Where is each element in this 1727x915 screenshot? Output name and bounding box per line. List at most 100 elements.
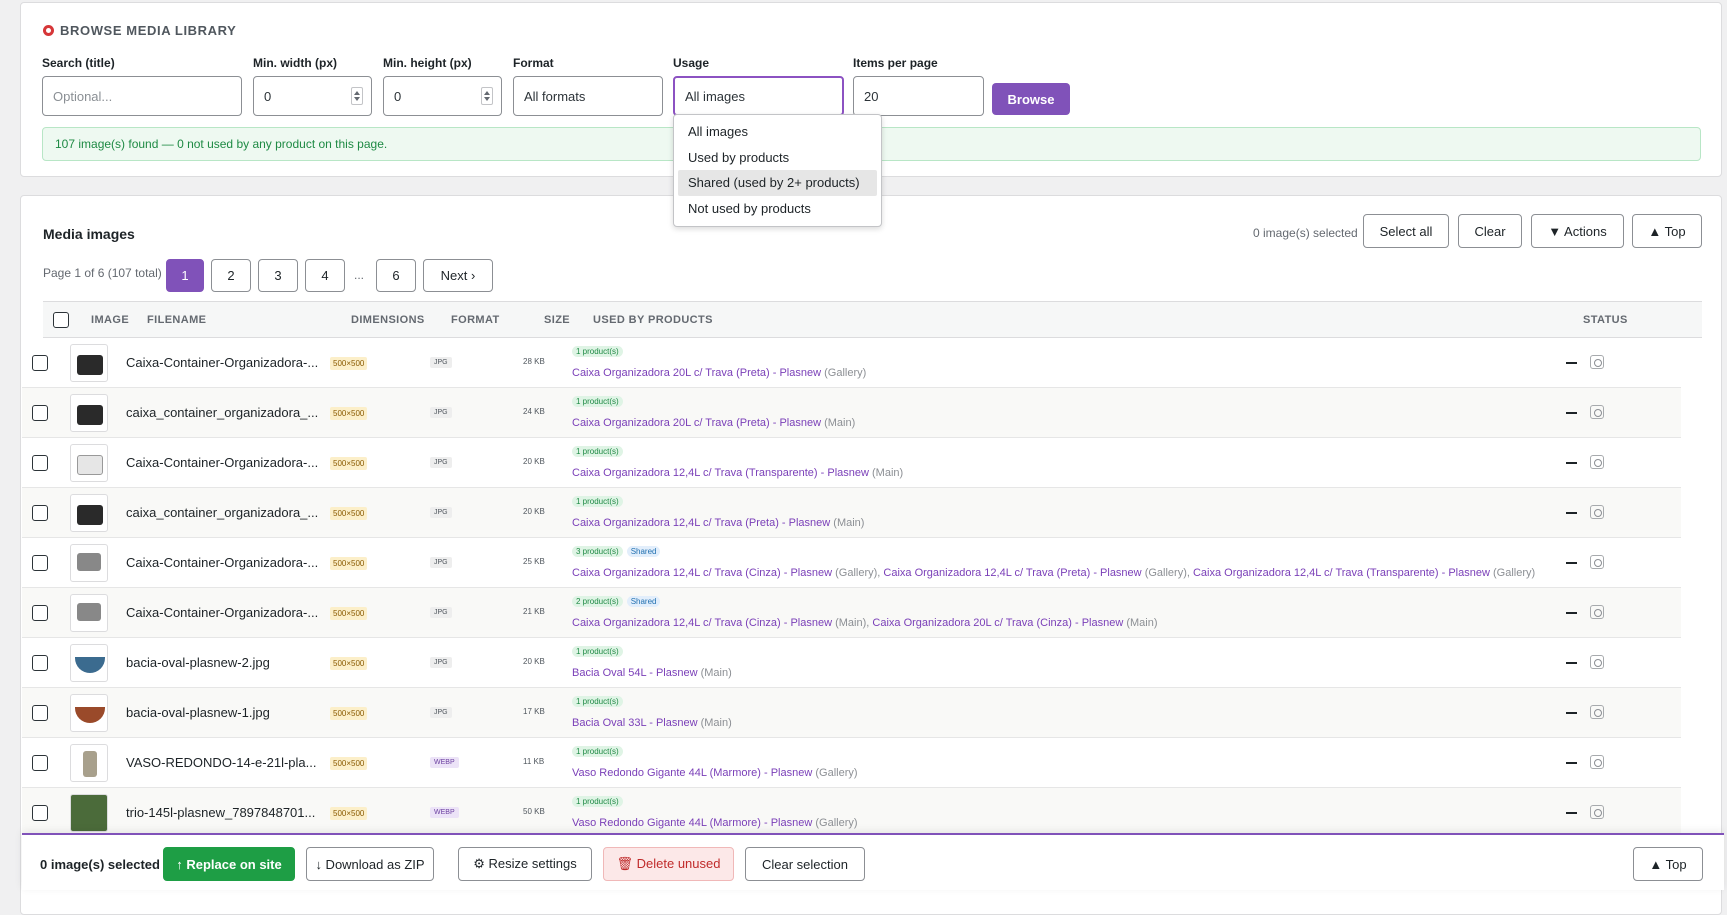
image-thumbnail[interactable] (70, 394, 108, 432)
table-row[interactable]: bacia-oval-plasnew-1.jpg 500×500 JPG 17 KB 1… (22, 688, 1681, 738)
row-checkbox[interactable] (32, 355, 48, 371)
image-thumbnail[interactable] (70, 544, 108, 582)
row-checkbox[interactable] (32, 605, 48, 621)
product-count-badge: 1 product(s) (572, 646, 623, 657)
row-checkbox[interactable] (32, 805, 48, 821)
image-thumbnail[interactable] (70, 594, 108, 632)
product-link[interactable]: Caixa Organizadora 12,4L c/ Trava (Cinza… (572, 617, 832, 629)
format-select[interactable]: All formats (513, 76, 663, 116)
table-row[interactable]: Caixa-Container-Organizadora-... 500×500 J… (22, 338, 1681, 388)
product-link[interactable]: Caixa Organizadora 12,4L c/ Trava (Trans… (1193, 567, 1490, 579)
row-checkbox[interactable] (32, 555, 48, 571)
select-all-button[interactable]: Select all (1363, 214, 1449, 248)
download-zip-button[interactable]: ↓ Download as ZIP (306, 847, 434, 881)
bottom-top-button[interactable]: ▲ Top (1633, 847, 1703, 881)
table-header: IMAGE FILENAME DIMENSIONS FORMAT SIZE US… (43, 301, 1702, 338)
min-width-field: Min. width (px) 0 (253, 56, 372, 116)
preview-eye-icon[interactable] (1590, 755, 1604, 769)
product-link[interactable]: Caixa Organizadora 20L c/ Trava (Preta) … (572, 367, 821, 379)
usage-option-used[interactable]: Used by products (678, 145, 877, 171)
min-width-spinner-icon[interactable] (351, 87, 363, 105)
file-size: 11 KB (523, 757, 545, 766)
actions-button[interactable]: ▼ Actions (1531, 214, 1624, 248)
row-checkbox[interactable] (32, 705, 48, 721)
product-link[interactable]: Caixa Organizadora 12,4L c/ Trava (Trans… (572, 467, 869, 479)
usage-type: (Gallery), (835, 567, 881, 579)
product-link[interactable]: Caixa Organizadora 12,4L c/ Trava (Preta… (883, 567, 1141, 579)
preview-eye-icon[interactable] (1590, 555, 1604, 569)
image-thumbnail[interactable] (70, 444, 108, 482)
image-thumbnail[interactable] (70, 794, 108, 832)
search-input[interactable]: Optional... (42, 76, 242, 116)
media-title: Media images (43, 226, 135, 242)
image-thumbnail[interactable] (70, 744, 108, 782)
product-count-badge: 1 product(s) (572, 496, 623, 507)
min-width-input[interactable]: 0 (253, 76, 372, 116)
next-page-button[interactable]: Next › (423, 259, 493, 292)
row-checkbox[interactable] (32, 755, 48, 771)
product-link[interactable]: Caixa Organizadora 20L c/ Trava (Cinza) … (872, 617, 1123, 629)
product-link[interactable]: Bacia Oval 33L - Plasnew (572, 717, 698, 729)
clear-selection-button[interactable]: Clear selection (745, 847, 865, 881)
usage-option-unused[interactable]: Not used by products (678, 196, 877, 222)
table-row[interactable]: Caixa-Container-Organizadora-... 500×500 J… (22, 538, 1681, 588)
per-page-input[interactable]: 20 (853, 76, 984, 116)
usage-option-all[interactable]: All images (678, 119, 877, 145)
product-count-badge: 1 product(s) (572, 346, 623, 357)
table-row[interactable]: trio-145l-plasnew_7897848701... 500×500 WE… (22, 788, 1681, 838)
format-badge: WEBP (430, 757, 459, 768)
file-size: 21 KB (523, 607, 545, 616)
product-link[interactable]: Caixa Organizadora 20L c/ Trava (Preta) … (572, 417, 821, 429)
select-all-checkbox[interactable] (53, 312, 69, 328)
delete-unused-button[interactable]: 🗑 Delete unused (603, 847, 734, 881)
min-height-input[interactable]: 0 (383, 76, 502, 116)
browse-button[interactable]: Browse (992, 83, 1070, 115)
preview-eye-icon[interactable] (1590, 805, 1604, 819)
page-6-button[interactable]: 6 (376, 259, 416, 292)
table-row[interactable]: VASO-REDONDO-14-e-21l-pla... 500×500 WEBP 1… (22, 738, 1681, 788)
top-button[interactable]: ▲ Top (1632, 214, 1702, 248)
table-row[interactable]: caixa_container_organizadora_... 500×500 J… (22, 388, 1681, 438)
usage-type: (Main) (700, 717, 732, 729)
preview-eye-icon[interactable] (1590, 505, 1604, 519)
row-checkbox[interactable] (32, 655, 48, 671)
used-by-products: Caixa Organizadora 20L c/ Trava (Preta) … (572, 417, 855, 429)
row-checkbox[interactable] (32, 505, 48, 521)
min-height-spinner-icon[interactable] (481, 87, 493, 105)
product-link[interactable]: Vaso Redondo Gigante 44L (Marmore) - Pla… (572, 767, 812, 779)
preview-eye-icon[interactable] (1590, 355, 1604, 369)
row-checkbox[interactable] (32, 455, 48, 471)
image-thumbnail[interactable] (70, 644, 108, 682)
table-row[interactable]: caixa_container_organizadora_... 500×500 J… (22, 488, 1681, 538)
product-link[interactable]: Vaso Redondo Gigante 44L (Marmore) - Pla… (572, 817, 812, 829)
dimensions-badge: 500×500 (330, 557, 368, 570)
product-link[interactable]: Bacia Oval 54L - Plasnew (572, 667, 698, 679)
table-row[interactable]: Caixa-Container-Organizadora-... 500×500 J… (22, 588, 1681, 638)
usage-select[interactable]: All images (673, 76, 844, 116)
clear-button[interactable]: Clear (1458, 214, 1522, 248)
page-4-button[interactable]: 4 (305, 259, 345, 292)
preview-eye-icon[interactable] (1590, 605, 1604, 619)
replace-on-site-button[interactable]: ↑ Replace on site (163, 847, 295, 881)
image-thumbnail[interactable] (70, 694, 108, 732)
page-2-button[interactable]: 2 (211, 259, 251, 292)
table-row[interactable]: bacia-oval-plasnew-2.jpg 500×500 JPG 20 KB 1… (22, 638, 1681, 688)
status-dash (1566, 662, 1577, 664)
format-badge: JPG (430, 557, 452, 568)
page-3-button[interactable]: 3 (258, 259, 298, 292)
dimensions-badge: 500×500 (330, 707, 368, 720)
preview-eye-icon[interactable] (1590, 455, 1604, 469)
preview-eye-icon[interactable] (1590, 705, 1604, 719)
image-thumbnail[interactable] (70, 344, 108, 382)
product-link[interactable]: Caixa Organizadora 12,4L c/ Trava (Cinza… (572, 567, 832, 579)
table-row[interactable]: Caixa-Container-Organizadora-... 500×500 J… (22, 438, 1681, 488)
image-thumbnail[interactable] (70, 494, 108, 532)
preview-eye-icon[interactable] (1590, 655, 1604, 669)
preview-eye-icon[interactable] (1590, 405, 1604, 419)
product-link[interactable]: Caixa Organizadora 12,4L c/ Trava (Preta… (572, 517, 830, 529)
resize-settings-button[interactable]: ⚙ Resize settings (458, 847, 592, 881)
page-1-button[interactable]: 1 (166, 259, 204, 292)
usage-option-shared[interactable]: Shared (used by 2+ products) (678, 170, 877, 196)
status-dash (1566, 362, 1577, 364)
row-checkbox[interactable] (32, 405, 48, 421)
